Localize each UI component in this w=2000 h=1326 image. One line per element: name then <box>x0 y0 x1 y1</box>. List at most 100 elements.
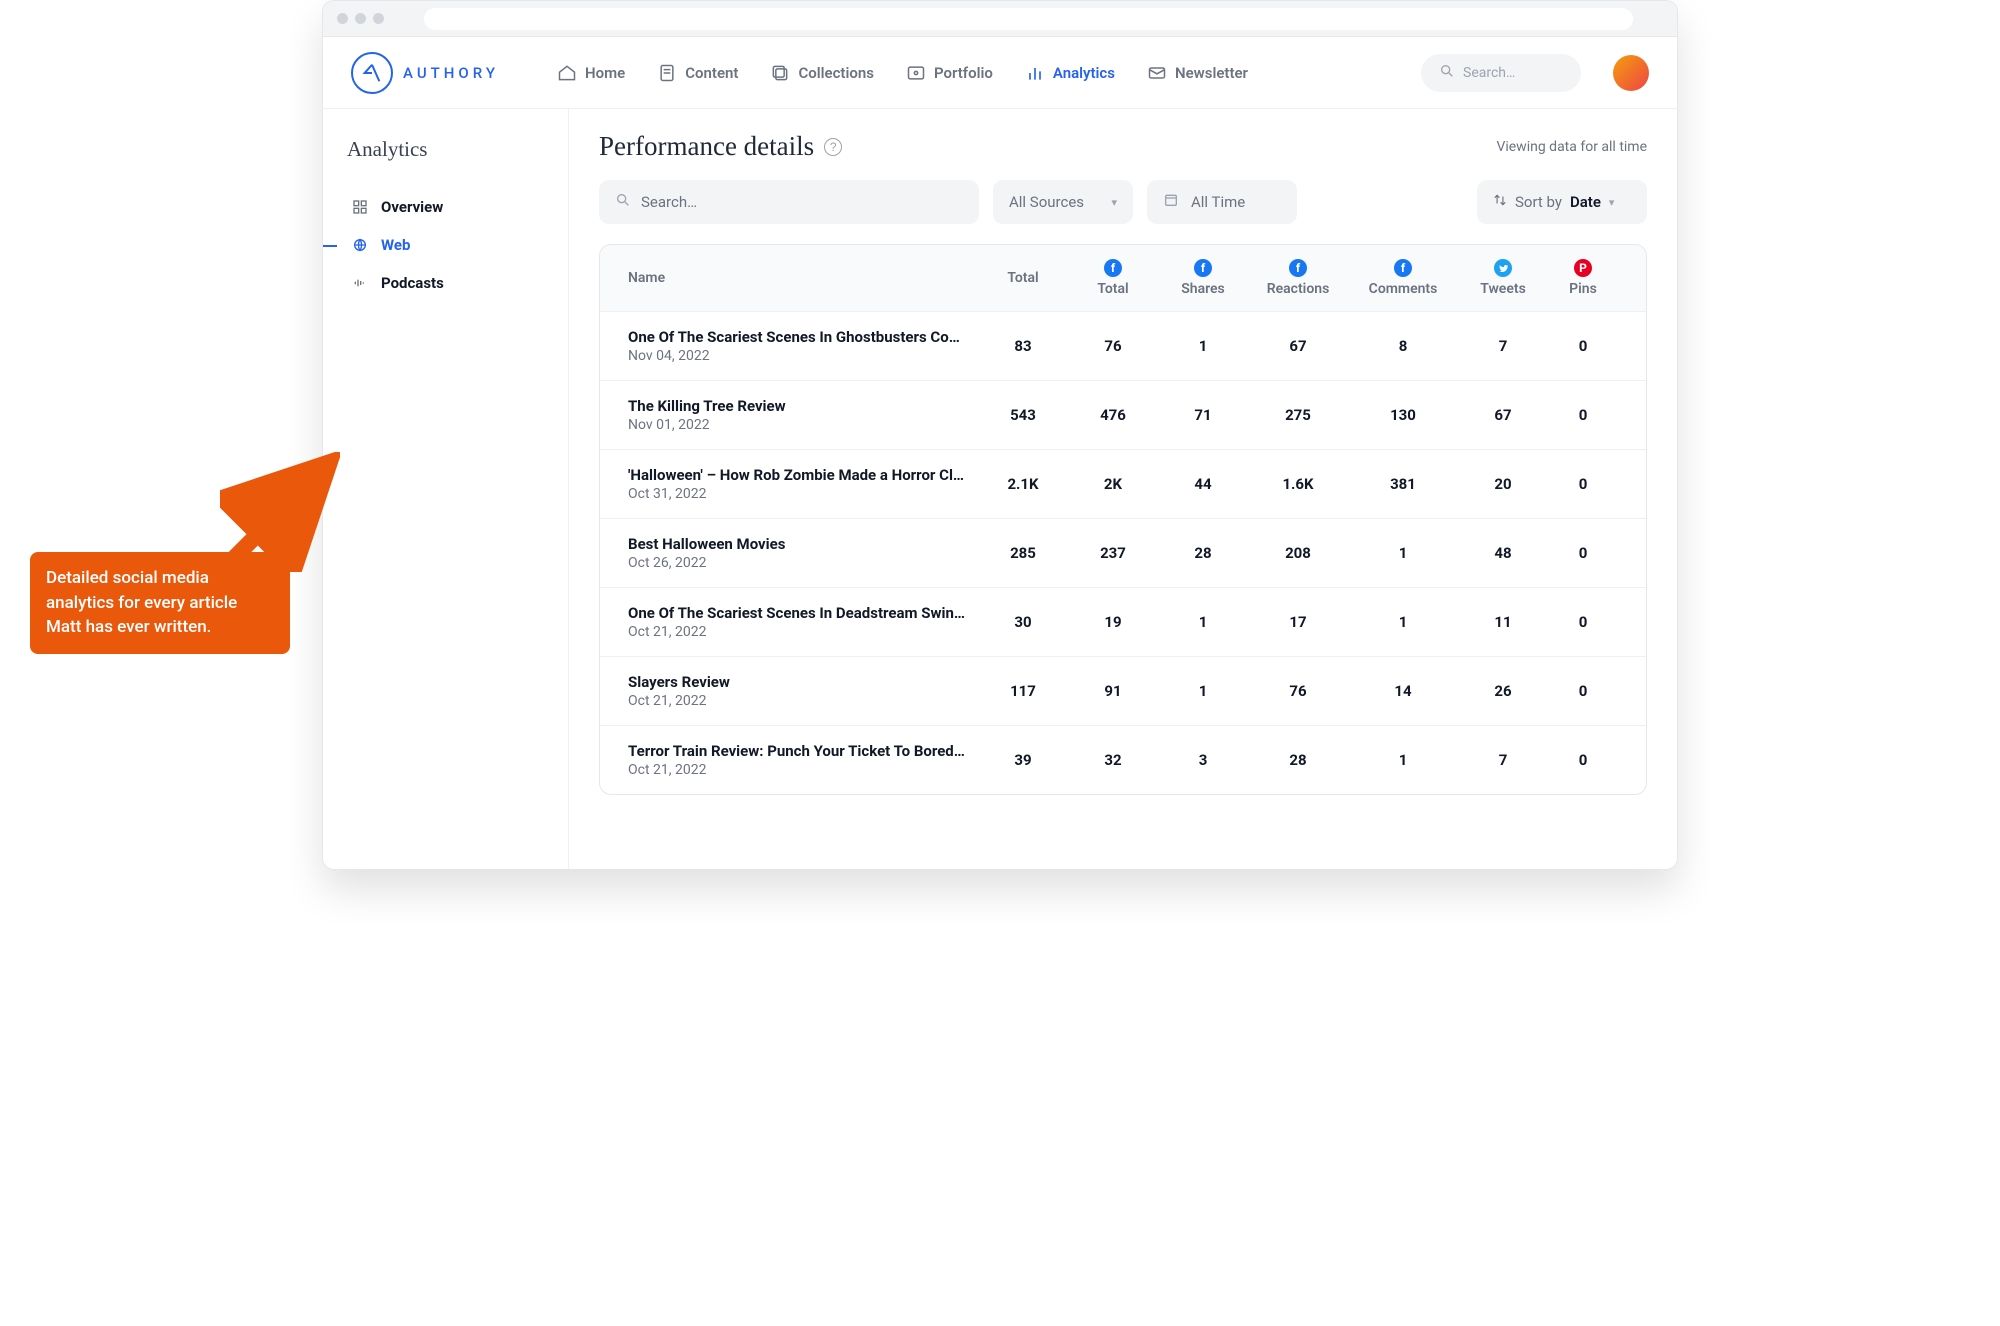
col-shares[interactable]: f Shares <box>1158 259 1248 297</box>
sidebar: Analytics Overview Web Podcasts <box>323 109 569 869</box>
browser-chrome <box>323 1 1677 37</box>
col-comments[interactable]: f Comments <box>1348 259 1458 297</box>
page-head: Performance details ? Viewing data for a… <box>599 131 1647 162</box>
table-row[interactable]: 'Halloween' – How Rob Zombie Made a Horr… <box>600 449 1646 518</box>
cell-shares: 1 <box>1158 337 1248 355</box>
sidebar-item-web[interactable]: Web <box>347 226 544 264</box>
cell-tweets: 7 <box>1458 751 1548 769</box>
cell-comments: 381 <box>1348 475 1458 493</box>
grid-icon <box>351 198 369 216</box>
table-search-placeholder: Search… <box>641 193 697 211</box>
cell-pins: 0 <box>1548 613 1618 631</box>
article-date: Oct 21, 2022 <box>628 693 978 709</box>
facebook-icon: f <box>1394 259 1412 277</box>
article-title: One Of The Scariest Scenes In Deadstream… <box>628 604 968 622</box>
cell-comments: 130 <box>1348 406 1458 424</box>
brand-logo[interactable]: AUTHORY <box>351 52 499 94</box>
traffic-lights <box>337 13 384 24</box>
filter-bar: Search… All Sources ▾ All Time Sort <box>599 180 1647 224</box>
global-search-placeholder: Search… <box>1463 65 1515 81</box>
traffic-light-zoom[interactable] <box>373 13 384 24</box>
browser-window: AUTHORY Home Content Collections <box>322 0 1678 870</box>
table-row[interactable]: Slayers ReviewOct 21, 20221179117614260 <box>600 656 1646 725</box>
global-search[interactable]: Search… <box>1421 54 1581 92</box>
article-date: Nov 04, 2022 <box>628 348 978 364</box>
cell-fb-total: 19 <box>1068 613 1158 631</box>
cell-tweets: 11 <box>1458 613 1548 631</box>
cell-shares: 1 <box>1158 613 1248 631</box>
cell-pins: 0 <box>1548 751 1618 769</box>
filter-sort-value: Date <box>1570 193 1601 211</box>
help-icon[interactable]: ? <box>824 138 842 156</box>
document-icon <box>657 63 677 83</box>
cell-name: The Killing Tree ReviewNov 01, 2022 <box>628 397 978 433</box>
sidebar-item-podcasts[interactable]: Podcasts <box>347 264 544 302</box>
cell-fb-total: 476 <box>1068 406 1158 424</box>
table-row[interactable]: Terror Train Review: Punch Your Ticket T… <box>600 725 1646 794</box>
cell-name: One Of The Scariest Scenes In Ghostbuste… <box>628 328 978 364</box>
table-header: Name Total f Total f Shares f Reactions <box>600 245 1646 311</box>
cell-shares: 44 <box>1158 475 1248 493</box>
sidebar-item-label: Overview <box>381 198 443 216</box>
nav-portfolio[interactable]: Portfolio <box>906 63 993 83</box>
nav-home[interactable]: Home <box>557 63 625 83</box>
content: Performance details ? Viewing data for a… <box>569 109 1677 869</box>
search-icon <box>615 192 631 212</box>
filter-time[interactable]: All Time <box>1147 180 1297 224</box>
collections-icon <box>770 63 790 83</box>
nav-collections[interactable]: Collections <box>770 63 874 83</box>
url-bar[interactable] <box>424 8 1633 30</box>
cell-shares: 3 <box>1158 751 1248 769</box>
cell-comments: 8 <box>1348 337 1458 355</box>
sidebar-item-overview[interactable]: Overview <box>347 188 544 226</box>
cell-tweets: 26 <box>1458 682 1548 700</box>
cell-comments: 1 <box>1348 751 1458 769</box>
cell-name: Terror Train Review: Punch Your Ticket T… <box>628 742 978 778</box>
table-row[interactable]: One Of The Scariest Scenes In Ghostbuste… <box>600 311 1646 380</box>
col-fb-total[interactable]: f Total <box>1068 259 1158 297</box>
filter-sources[interactable]: All Sources ▾ <box>993 180 1133 224</box>
article-title: Terror Train Review: Punch Your Ticket T… <box>628 742 968 760</box>
nav-items: Home Content Collections Portfolio <box>557 63 1248 83</box>
col-total[interactable]: Total <box>978 270 1068 286</box>
filter-sort[interactable]: Sort by Date ▾ <box>1477 180 1647 224</box>
table-row[interactable]: One Of The Scariest Scenes In Deadstream… <box>600 587 1646 656</box>
cell-fb-total: 237 <box>1068 544 1158 562</box>
table-search[interactable]: Search… <box>599 180 979 224</box>
col-name[interactable]: Name <box>628 270 978 286</box>
col-tweets[interactable]: Tweets <box>1458 259 1548 297</box>
table-row[interactable]: Best Halloween MoviesOct 26, 20222852372… <box>600 518 1646 587</box>
col-fb-total-label: Total <box>1097 281 1128 297</box>
article-date: Oct 21, 2022 <box>628 762 978 778</box>
nav-collections-label: Collections <box>798 64 874 82</box>
cell-total: 39 <box>978 751 1068 769</box>
cell-total: 2.1K <box>978 475 1068 493</box>
nav-content[interactable]: Content <box>657 63 738 83</box>
table-row[interactable]: The Killing Tree ReviewNov 01, 202254347… <box>600 380 1646 449</box>
article-title: 'Halloween' – How Rob Zombie Made a Horr… <box>628 466 968 484</box>
cell-reactions: 275 <box>1248 406 1348 424</box>
cell-comments: 1 <box>1348 544 1458 562</box>
avatar[interactable] <box>1613 55 1649 91</box>
cell-name: Slayers ReviewOct 21, 2022 <box>628 673 978 709</box>
nav-newsletter[interactable]: Newsletter <box>1147 63 1248 83</box>
col-reactions[interactable]: f Reactions <box>1248 259 1348 297</box>
cell-reactions: 17 <box>1248 613 1348 631</box>
cell-shares: 28 <box>1158 544 1248 562</box>
calendar-icon <box>1163 192 1179 212</box>
cell-total: 83 <box>978 337 1068 355</box>
cell-pins: 0 <box>1548 544 1618 562</box>
cell-reactions: 67 <box>1248 337 1348 355</box>
nav-analytics[interactable]: Analytics <box>1025 63 1115 83</box>
col-pins[interactable]: P Pins <box>1548 259 1618 297</box>
article-date: Nov 01, 2022 <box>628 417 978 433</box>
mail-icon <box>1147 63 1167 83</box>
traffic-light-close[interactable] <box>337 13 348 24</box>
annotation-text: Detailed social media analytics for ever… <box>30 552 290 654</box>
cell-pins: 0 <box>1548 406 1618 424</box>
sidebar-item-label: Podcasts <box>381 274 444 292</box>
traffic-light-minimize[interactable] <box>355 13 366 24</box>
cell-pins: 0 <box>1548 475 1618 493</box>
cell-reactions: 28 <box>1248 751 1348 769</box>
col-pins-label: Pins <box>1569 281 1597 297</box>
